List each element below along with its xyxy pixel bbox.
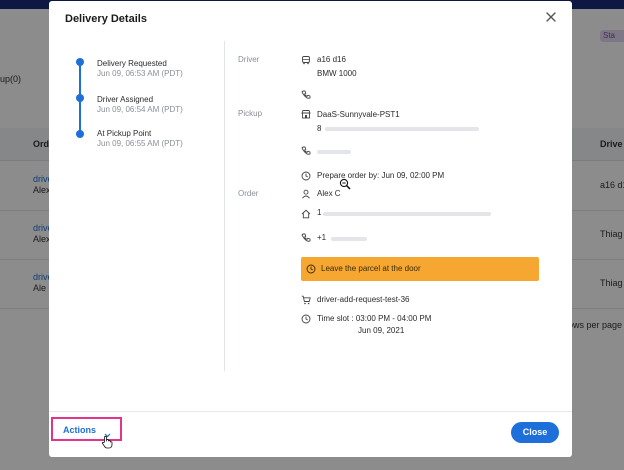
timeline-step-title: At Pickup Point	[97, 129, 152, 138]
car-icon	[301, 55, 311, 65]
pickup-store-name: DaaS-Sunnyvale-PST1	[317, 110, 400, 119]
timeline-step-title: Delivery Requested	[97, 59, 167, 68]
time-slot-date: Jun 09, 2021	[358, 326, 405, 335]
timeline-dot	[76, 58, 84, 66]
store-icon	[301, 109, 311, 119]
home-icon	[301, 209, 311, 219]
vertical-divider	[224, 41, 225, 371]
customer-phone: +1	[317, 233, 327, 242]
close-icon[interactable]	[543, 9, 559, 25]
zoom-cursor-icon	[339, 177, 351, 190]
customer-name: Alex C	[317, 189, 341, 198]
prepare-order-time: Prepare order by: Jun 09, 02:00 PM	[317, 171, 445, 180]
pickup-address: 8	[317, 124, 322, 133]
timeline-step-time: Jun 09, 06:54 AM (PDT)	[97, 105, 183, 114]
pickup-label: Pickup	[238, 109, 263, 118]
timeline-dot	[76, 130, 84, 138]
driver-label: Driver	[238, 55, 260, 64]
delivery-details-modal: Delivery Details Delivery Requested Jun …	[49, 1, 572, 457]
timeline-step-time: Jun 09, 06:55 AM (PDT)	[97, 139, 183, 148]
phone-icon[interactable]	[301, 90, 311, 100]
actions-label: Actions	[63, 425, 97, 435]
redacted-text	[317, 150, 351, 154]
driver-name: a16 d16	[317, 55, 346, 64]
order-label: Order	[238, 189, 259, 198]
hand-cursor-icon	[101, 435, 113, 449]
request-id: driver-add-request-test-36	[317, 295, 410, 304]
timeline-dot	[76, 94, 84, 102]
cart-icon	[301, 295, 311, 305]
redacted-text	[325, 127, 479, 131]
time-slot: Time slot : 03:00 PM - 04:00 PM	[317, 314, 432, 323]
phone-icon[interactable]	[301, 146, 311, 156]
person-icon	[301, 189, 311, 199]
note-icon	[306, 264, 316, 274]
delivery-note-text: Leave the parcel at the door	[321, 264, 421, 273]
phone-icon[interactable]	[301, 233, 311, 243]
clock-icon	[301, 314, 311, 324]
delivery-note-banner: Leave the parcel at the door	[301, 257, 539, 281]
clock-icon	[301, 171, 311, 181]
redacted-text	[331, 237, 367, 241]
timeline-step-time: Jun 09, 06:53 AM (PDT)	[97, 69, 183, 78]
modal-title: Delivery Details	[65, 13, 147, 25]
driver-vehicle: BMW 1000	[317, 69, 357, 78]
timeline-step-title: Driver Assigned	[97, 95, 154, 104]
redacted-text	[323, 212, 491, 216]
modal-footer	[49, 411, 572, 457]
close-button[interactable]: Close	[511, 422, 559, 443]
customer-address: 1	[317, 208, 322, 217]
